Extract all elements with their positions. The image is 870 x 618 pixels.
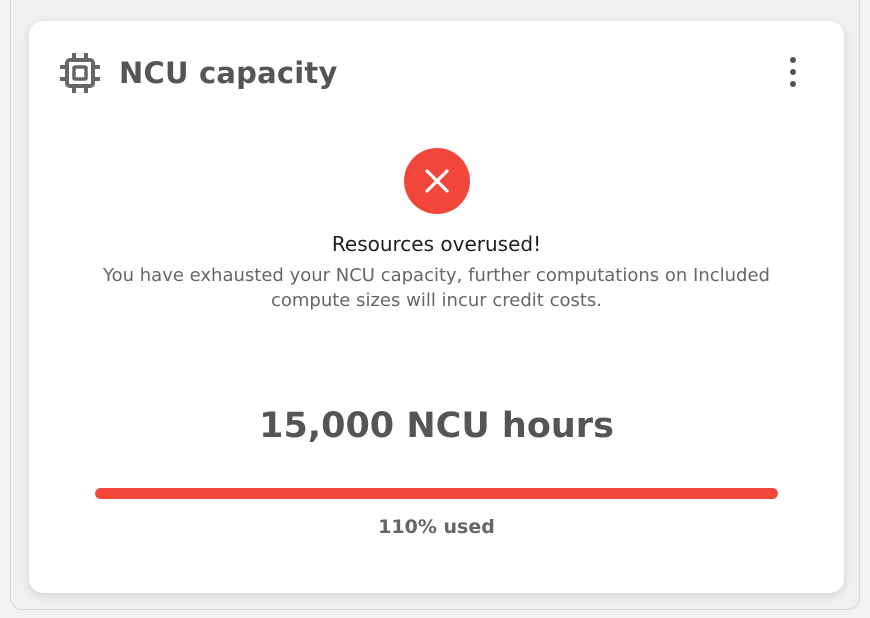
usage-label: 110% used bbox=[378, 516, 495, 538]
cpu-chip-icon bbox=[59, 52, 101, 94]
card-title: NCU capacity bbox=[119, 56, 338, 90]
capacity-value: 15,000 NCU hours bbox=[259, 406, 614, 446]
more-vertical-icon-dot bbox=[790, 81, 796, 87]
more-vertical-icon-dot bbox=[790, 69, 796, 75]
ncu-capacity-card: NCU capacity Resources overused! You hav… bbox=[29, 21, 844, 593]
usage-progress-fill bbox=[95, 488, 778, 499]
error-status-icon bbox=[404, 148, 470, 214]
more-options-button[interactable] bbox=[784, 57, 802, 87]
usage-progress-bar bbox=[95, 488, 778, 499]
close-icon bbox=[425, 169, 449, 193]
more-vertical-icon bbox=[790, 57, 796, 63]
card-header: NCU capacity bbox=[59, 53, 338, 93]
status-description: You have exhausted your NCU capacity, fu… bbox=[103, 265, 770, 311]
status-title: Resources overused! bbox=[331, 232, 542, 256]
